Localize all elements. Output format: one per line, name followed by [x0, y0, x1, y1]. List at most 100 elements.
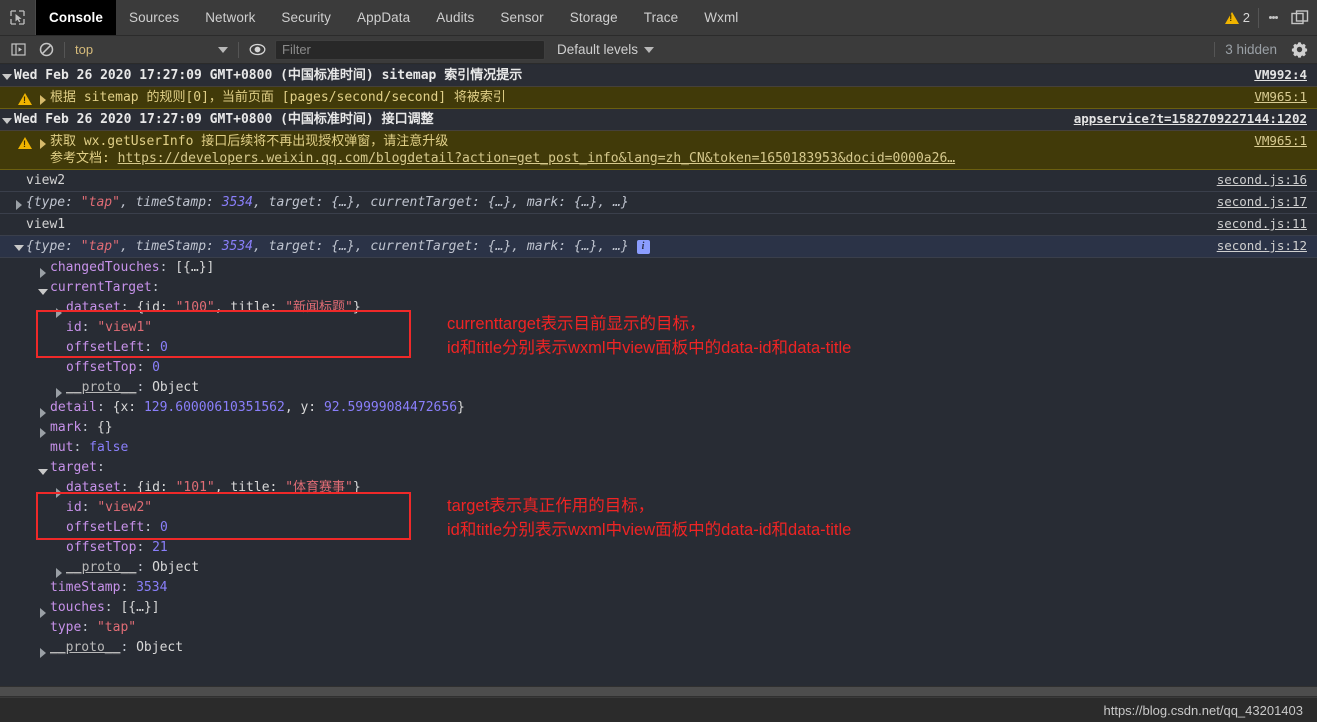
- console-log-message[interactable]: view2 second.js:16: [0, 170, 1317, 192]
- source-link[interactable]: VM992:4: [1246, 65, 1317, 82]
- object-preview: {type: "tap", timeStamp: 3534, target: {…: [26, 192, 1209, 213]
- source-link[interactable]: second.js:12: [1209, 236, 1317, 253]
- kebab-menu-icon[interactable]: [1261, 15, 1285, 21]
- property-row[interactable]: __proto__: Object: [0, 638, 1317, 658]
- source-link[interactable]: VM965:1: [1246, 131, 1317, 148]
- tab-network[interactable]: Network: [192, 0, 268, 35]
- inspect-cursor-icon[interactable]: [0, 0, 36, 35]
- execution-context-select[interactable]: top: [69, 40, 234, 60]
- property-text: offsetLeft: 0: [66, 340, 168, 355]
- expand-arrow-icon[interactable]: [52, 298, 66, 318]
- console-message-list[interactable]: Wed Feb 26 2020 17:27:09 GMT+0800 (中国标准时…: [0, 65, 1317, 697]
- expand-arrow-icon[interactable]: [36, 598, 50, 618]
- source-link[interactable]: VM965:1: [1246, 87, 1317, 104]
- annotation-line-2: id和title分别表示wxml中view面板中的data-id和data-ti…: [447, 339, 852, 357]
- tab-sensor[interactable]: Sensor: [487, 0, 556, 35]
- expand-arrow-icon[interactable]: [36, 131, 50, 149]
- expand-arrow-icon[interactable]: [52, 558, 66, 578]
- devtools-window: Console Sources Network Security AppData…: [0, 0, 1317, 722]
- property-row[interactable]: __proto__: Object: [0, 558, 1317, 578]
- horizontal-scrollbar[interactable]: [0, 686, 1317, 697]
- info-badge-icon[interactable]: i: [636, 240, 650, 254]
- annotation-text-currenttarget: currenttarget表示目前显示的目标， id和title分别表示wxml中…: [447, 312, 851, 360]
- object-disclosure-triangle[interactable]: [12, 192, 26, 210]
- tab-security[interactable]: Security: [268, 0, 344, 35]
- clear-console-icon[interactable]: [32, 37, 60, 63]
- property-row[interactable]: type: "tap": [0, 618, 1317, 638]
- show-console-sidebar-icon[interactable]: [4, 37, 32, 63]
- property-text: dataset: {id: "101", title: "体育赛事"}: [66, 480, 361, 495]
- tab-appdata[interactable]: AppData: [344, 0, 423, 35]
- expand-arrow-icon[interactable]: [36, 258, 50, 278]
- group-disclosure-triangle[interactable]: [0, 65, 14, 80]
- collapse-arrow-icon[interactable]: [36, 278, 50, 295]
- group-disclosure-triangle[interactable]: [0, 109, 14, 124]
- console-group-header[interactable]: Wed Feb 26 2020 17:27:09 GMT+0800 (中国标准时…: [0, 65, 1317, 87]
- property-row[interactable]: changedTouches: [{…}]: [0, 258, 1317, 278]
- console-group-header[interactable]: Wed Feb 26 2020 17:27:09 GMT+0800 (中国标准时…: [0, 109, 1317, 131]
- tab-audits[interactable]: Audits: [423, 0, 487, 35]
- warning-count-value: 2: [1242, 10, 1250, 25]
- group-indent: [0, 131, 14, 135]
- expand-arrow-icon[interactable]: [36, 638, 50, 658]
- expand-arrow-icon[interactable]: [36, 87, 50, 105]
- collapse-arrow-icon[interactable]: [36, 458, 50, 475]
- console-log-message[interactable]: view1 second.js:11: [0, 214, 1317, 236]
- expand-arrow-icon[interactable]: [36, 398, 50, 418]
- property-row[interactable]: mut: false: [0, 438, 1317, 458]
- doc-link[interactable]: https://developers.weixin.qq.com/blogdet…: [118, 151, 955, 166]
- hidden-messages-count[interactable]: 3 hidden: [1214, 42, 1285, 57]
- property-text: offsetLeft: 0: [66, 520, 168, 535]
- expand-arrow-icon[interactable]: [52, 478, 66, 498]
- doc-label: 参考文档:: [50, 151, 110, 166]
- tab-storage[interactable]: Storage: [557, 0, 631, 35]
- console-warning-message[interactable]: 获取 wx.getUserInfo 接口后续将不再出现授权弹窗，请注意升级 参考…: [0, 131, 1317, 170]
- property-row[interactable]: mark: {}: [0, 418, 1317, 438]
- object-disclosure-triangle[interactable]: [12, 236, 26, 251]
- preview-part: , target: {…}, currentTarget: {…}, mark:…: [253, 195, 629, 210]
- tab-label: Storage: [569, 10, 618, 25]
- expand-arrow-icon[interactable]: [36, 418, 50, 438]
- warning-text: 获取 wx.getUserInfo 接口后续将不再出现授权弹窗，请注意升级: [50, 134, 449, 149]
- preview-part: "tap": [80, 239, 120, 254]
- property-row[interactable]: touches: [{…}]: [0, 598, 1317, 618]
- property-row[interactable]: offsetTop: 0: [0, 358, 1317, 378]
- warning-body: 获取 wx.getUserInfo 接口后续将不再出现授权弹窗，请注意升级 参考…: [50, 131, 1246, 169]
- tab-trace[interactable]: Trace: [631, 0, 692, 35]
- devtools-tabbar: Console Sources Network Security AppData…: [0, 0, 1317, 36]
- console-warning-message[interactable]: 根据 sitemap 的规则[0]，当前页面 [pages/second/sec…: [0, 87, 1317, 109]
- warning-count-badge[interactable]: 2: [1217, 7, 1259, 28]
- object-preview: {type: "tap", timeStamp: 3534, target: {…: [26, 236, 1209, 257]
- property-text: __proto__: Object: [66, 380, 200, 395]
- filter-input[interactable]: [275, 39, 545, 60]
- property-text: currentTarget:: [50, 280, 160, 295]
- chevron-down-icon: [644, 46, 655, 53]
- property-row[interactable]: detail: {x: 129.60000610351562, y: 92.59…: [0, 398, 1317, 418]
- expand-arrow-icon[interactable]: [52, 378, 66, 398]
- property-row[interactable]: target:: [0, 458, 1317, 478]
- console-object-message-expanded[interactable]: {type: "tap", timeStamp: 3534, target: {…: [0, 236, 1317, 258]
- scrollbar-thumb[interactable]: [0, 687, 1317, 696]
- tab-sources[interactable]: Sources: [116, 0, 192, 35]
- property-row[interactable]: currentTarget:: [0, 278, 1317, 298]
- dock-panel-icon[interactable]: [1287, 9, 1313, 26]
- tab-console[interactable]: Console: [36, 0, 116, 35]
- arrow-placeholder: [36, 438, 50, 444]
- live-expression-icon[interactable]: [243, 37, 271, 63]
- property-row[interactable]: __proto__: Object: [0, 378, 1317, 398]
- property-row[interactable]: timeStamp: 3534: [0, 578, 1317, 598]
- status-bar: https://blog.csdn.net/qq_43201403: [0, 697, 1317, 722]
- log-levels-select[interactable]: Default levels: [557, 42, 655, 57]
- warning-triangle-icon: [14, 87, 36, 105]
- source-link[interactable]: second.js:17: [1209, 192, 1317, 209]
- gear-icon[interactable]: [1285, 37, 1313, 63]
- source-link[interactable]: second.js:16: [1209, 170, 1317, 187]
- arrow-placeholder: [52, 358, 66, 364]
- source-link[interactable]: appservice?t=1582709227144:1202: [1066, 109, 1317, 126]
- arrow-placeholder: [52, 318, 66, 324]
- warning-triangle-icon: [1224, 11, 1239, 24]
- preview-part: , target: {…}, currentTarget: {…}, mark:…: [253, 239, 629, 254]
- console-object-message[interactable]: {type: "tap", timeStamp: 3534, target: {…: [0, 192, 1317, 214]
- tab-wxml[interactable]: Wxml: [691, 0, 751, 35]
- source-link[interactable]: second.js:11: [1209, 214, 1317, 231]
